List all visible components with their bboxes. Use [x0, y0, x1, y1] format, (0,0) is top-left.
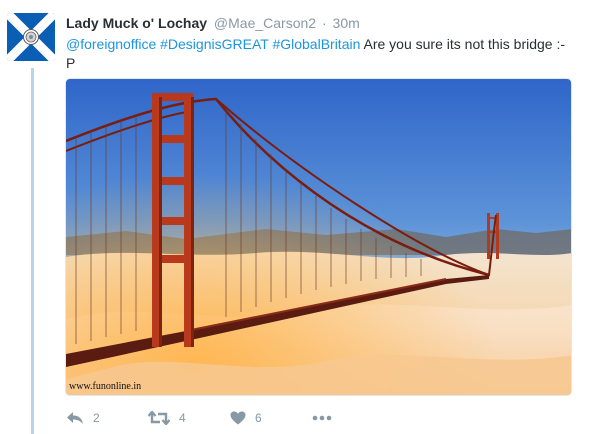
thread-line [31, 68, 34, 434]
author-name[interactable]: Lady Muck o' Lochay [66, 15, 207, 31]
reply-count: 2 [93, 411, 100, 425]
more-button[interactable] [312, 415, 342, 421]
reply-button[interactable]: 2 [66, 411, 148, 425]
like-button[interactable]: 6 [230, 411, 312, 425]
more-icon [312, 415, 332, 421]
hashtag-link[interactable]: #DesignisGREAT [160, 36, 268, 52]
golden-gate-bridge-fog-photo [66, 79, 571, 395]
separator-dot: · [321, 15, 327, 31]
retweet-count: 4 [179, 411, 186, 425]
heart-icon [230, 411, 246, 425]
photo-watermark: www.funonline.in [69, 381, 142, 392]
retweet-icon [148, 411, 170, 425]
hashtag-link[interactable]: #GlobalBritain [272, 36, 360, 52]
tweet-header: Lady Muck o' Lochay @Mae_Carson2 · 30m [66, 14, 586, 32]
retweet-button[interactable]: 4 [148, 411, 230, 425]
mention-link[interactable]: @foreignoffice [66, 36, 156, 52]
saltire-flag-icon [7, 13, 55, 61]
tweet-actions: 2 4 6 [66, 408, 342, 428]
tweet-content: Lady Muck o' Lochay @Mae_Carson2 · 30m @… [66, 14, 586, 73]
avatar[interactable] [7, 13, 55, 61]
reply-icon [67, 412, 83, 424]
tweet-text: @foreignoffice #DesignisGREAT #GlobalBri… [66, 35, 571, 73]
like-count: 6 [255, 411, 262, 425]
author-handle[interactable]: @Mae_Carson2 [214, 15, 316, 31]
tweet-photo[interactable]: www.funonline.in [65, 78, 572, 396]
tweet-timestamp[interactable]: 30m [333, 15, 360, 31]
